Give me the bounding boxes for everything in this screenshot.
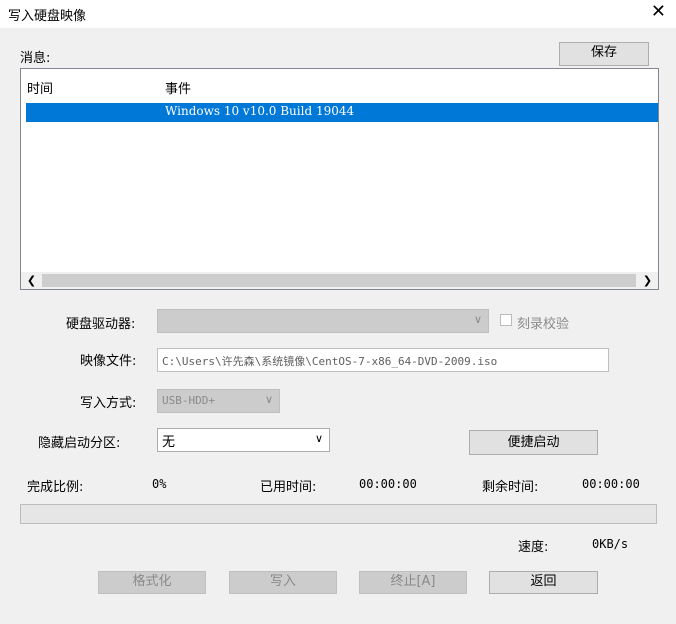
elapsed-label: 已用时间: — [260, 480, 317, 495]
chevron-down-icon: ∨ — [314, 432, 323, 445]
column-header-event[interactable]: 事件 — [165, 78, 191, 97]
elapsed-value: 00:00:00 — [359, 477, 417, 491]
hide-partition-value: 无 — [162, 435, 176, 450]
event-cell: Windows 10 v10.0 Build 19044 — [165, 104, 355, 118]
image-file-label: 映像文件: — [80, 354, 137, 369]
window-title: 写入硬盘映像 — [8, 9, 87, 24]
table-row[interactable]: Windows 10 v10.0 Build 19044 — [26, 103, 658, 122]
remaining-label: 剩余时间: — [482, 480, 539, 495]
format-button[interactable]: 格式化 — [98, 571, 206, 594]
progress-value: 0% — [152, 477, 167, 491]
title-bar: 写入硬盘映像 ✕ — [0, 0, 676, 28]
chevron-down-icon: ∨ — [264, 393, 273, 406]
drive-label: 硬盘驱动器: — [66, 317, 136, 332]
easy-boot-button[interactable]: 便捷启动 — [469, 430, 598, 455]
write-method-label: 写入方式: — [80, 396, 137, 411]
image-path-value: C:\Users\许先森\系统镜像\CentOS-7-x86_64-DVD-20… — [162, 355, 498, 368]
close-icon[interactable]: ✕ — [651, 2, 666, 22]
image-path-field[interactable]: C:\Users\许先森\系统镜像\CentOS-7-x86_64-DVD-20… — [157, 348, 609, 372]
drive-select[interactable]: ∨ — [157, 309, 489, 333]
write-method-select[interactable]: USB-HDD+ ∨ — [157, 389, 280, 413]
message-list[interactable]: 时间 事件 Windows 10 v10.0 Build 19044 ❮ ❯ — [20, 68, 659, 290]
hide-partition-select[interactable]: 无 ∨ — [157, 428, 330, 452]
scroll-thumb[interactable] — [42, 274, 636, 287]
write-method-value: USB-HDD+ — [162, 394, 215, 407]
speed-label: 速度: — [518, 540, 549, 555]
chevron-down-icon: ∨ — [473, 313, 482, 326]
scroll-right-icon[interactable]: ❯ — [639, 272, 656, 289]
back-button[interactable]: 返回 — [489, 571, 598, 594]
progress-bar — [20, 504, 657, 524]
column-header-time[interactable]: 时间 — [27, 78, 53, 97]
verify-label: 刻录校验 — [517, 317, 570, 332]
save-button[interactable]: 保存 — [559, 42, 649, 66]
horizontal-scrollbar[interactable]: ❮ ❯ — [21, 272, 658, 289]
stop-button[interactable]: 终止[A] — [359, 571, 467, 594]
remaining-value: 00:00:00 — [582, 477, 640, 491]
messages-label: 消息: — [20, 51, 51, 66]
hide-partition-label: 隐藏启动分区: — [38, 436, 121, 451]
write-button[interactable]: 写入 — [229, 571, 337, 594]
scroll-left-icon[interactable]: ❮ — [23, 272, 40, 289]
speed-value: 0KB/s — [592, 537, 629, 551]
progress-label: 完成比例: — [27, 480, 84, 495]
verify-checkbox[interactable] — [500, 314, 512, 326]
